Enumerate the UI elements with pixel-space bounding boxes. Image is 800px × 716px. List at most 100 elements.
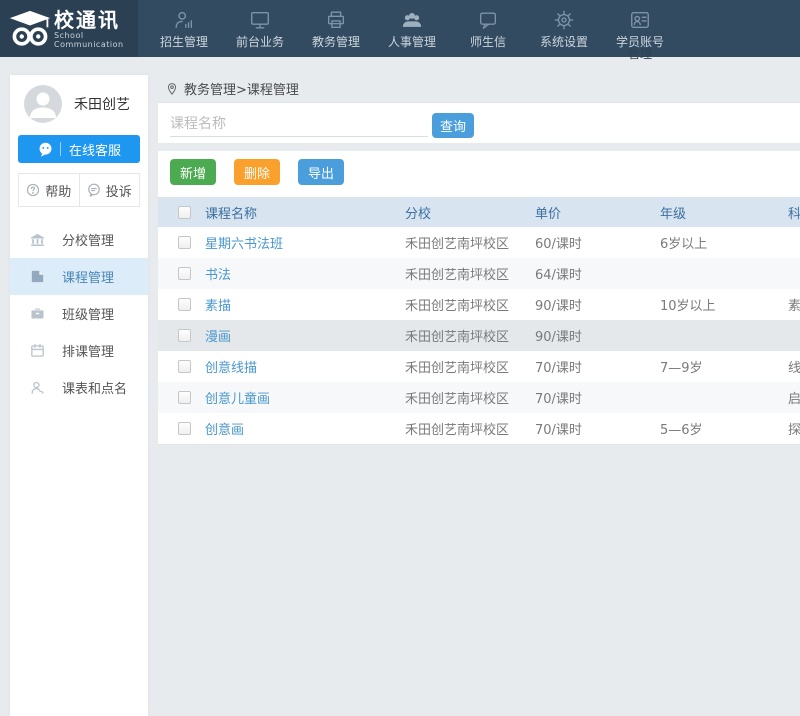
- owl-logo-icon: [8, 9, 52, 49]
- calendar-icon: [29, 342, 46, 359]
- price-cell: 64/课时: [535, 264, 660, 283]
- price-cell: 70/课时: [535, 388, 660, 407]
- course-name-link[interactable]: 素描: [205, 299, 231, 314]
- row-checkbox[interactable]: [178, 360, 191, 373]
- table-row[interactable]: 创意线描禾田创艺南坪校区70/课时7—9岁线: [158, 351, 800, 382]
- chat-icon: [450, 9, 526, 33]
- case-icon: [29, 305, 46, 322]
- price-cell: 70/课时: [535, 419, 660, 438]
- help-label: 帮助: [45, 181, 71, 200]
- course-name-link[interactable]: 创意儿童画: [205, 392, 270, 407]
- sidebar-item-label: 分校管理: [62, 230, 114, 249]
- sidebar-item-rollcall[interactable]: 课表和点名: [10, 369, 148, 406]
- delete-button[interactable]: 删除: [234, 159, 280, 185]
- app-logo[interactable]: 校通讯 School Communication: [0, 0, 138, 57]
- row-checkbox[interactable]: [178, 329, 191, 342]
- course-table: 课程名称 分校 单价 年级 科 星期六书法班禾田创艺南坪校区60/课时6岁以上书…: [158, 197, 800, 445]
- gear-icon: [526, 9, 602, 33]
- branch-cell: 禾田创艺南坪校区: [405, 388, 535, 407]
- wechat-icon: [37, 141, 54, 158]
- row-checkbox[interactable]: [178, 422, 191, 435]
- breadcrumb: 教务管理>课程管理: [158, 75, 800, 103]
- nav-item-label-overflow: 管理: [602, 46, 678, 62]
- nav-item-front-desk[interactable]: 前台业务: [222, 0, 298, 57]
- people-icon: [374, 9, 450, 33]
- app-subtitle: School Communication: [54, 31, 138, 49]
- nav-item-label: 教务管理: [298, 34, 374, 50]
- content-panel: 新增 删除 导出 课程名称 分校 单价 年级 科 星期六书法班禾田创艺南坪校区6…: [158, 151, 800, 445]
- sidebar-item-schedule[interactable]: 排课管理: [10, 332, 148, 369]
- complaint-button[interactable]: 投诉: [80, 174, 140, 206]
- column-header: 课程名称: [205, 203, 405, 222]
- branch-cell: 禾田创艺南坪校区: [405, 264, 535, 283]
- branch-cell: 禾田创艺南坪校区: [405, 326, 535, 345]
- table-row[interactable]: 书法 禾田创艺南坪校区64/课时: [158, 258, 800, 289]
- row-checkbox[interactable]: [178, 236, 191, 249]
- table-row[interactable]: 星期六书法班 禾田创艺南坪校区60/课时6岁以上: [158, 227, 800, 258]
- table-row[interactable]: 素描 禾田创艺南坪校区90/课时10岁以上素: [158, 289, 800, 320]
- row-checkbox[interactable]: [178, 298, 191, 311]
- add-button[interactable]: 新增: [170, 159, 216, 185]
- price-cell: 90/课时: [535, 326, 660, 345]
- divider: [60, 142, 61, 156]
- nav-item-hr[interactable]: 人事管理: [374, 0, 450, 57]
- course-name-link[interactable]: 创意画: [205, 423, 244, 438]
- price-cell: 60/课时: [535, 233, 660, 252]
- subject-cell: 素: [788, 295, 800, 314]
- online-service-label: 在线客服: [69, 140, 121, 159]
- course-name-search-input[interactable]: [170, 111, 428, 137]
- nav-item-label: 人事管理: [374, 34, 450, 50]
- id-card-icon: [602, 9, 678, 33]
- sidebar-item-class[interactable]: 班级管理: [10, 295, 148, 332]
- price-cell: 70/课时: [535, 357, 660, 376]
- select-all-checkbox[interactable]: [178, 206, 191, 219]
- location-pin-icon: [158, 82, 184, 96]
- sidebar-item-branch-school[interactable]: 分校管理: [10, 221, 148, 258]
- nav-item-teacher-message[interactable]: 师生信: [450, 0, 526, 57]
- avatar: [24, 85, 62, 123]
- nav-item-label: 系统设置: [526, 34, 602, 50]
- grade-cell: 5—6岁: [660, 419, 788, 438]
- topbar-nav: 招生管理前台业务教务管理人事管理师生信系统设置学员账号管理: [146, 0, 678, 57]
- sidebar: 禾田创艺 在线客服 帮助 投诉 分校管理课程管理班级管理排课管理课表和点名: [10, 75, 148, 716]
- table-row[interactable]: 创意儿童画 禾田创艺南坪校区70/课时 启: [158, 382, 800, 413]
- course-name-link[interactable]: 漫画: [205, 330, 231, 345]
- price-cell: 90/课时: [535, 295, 660, 314]
- search-panel: 查询: [158, 103, 800, 143]
- table-row[interactable]: 漫画 禾田创艺南坪校区90/课时: [158, 320, 800, 351]
- branch-cell: 禾田创艺南坪校区: [405, 357, 535, 376]
- course-name-link[interactable]: 创意线描: [205, 361, 257, 376]
- grade-cell: 10岁以上: [660, 295, 788, 314]
- export-button[interactable]: 导出: [298, 159, 344, 185]
- column-header: 年级: [660, 203, 788, 222]
- row-checkbox[interactable]: [178, 391, 191, 404]
- sidebar-item-label: 课表和点名: [62, 378, 127, 397]
- nav-item-academic[interactable]: 教务管理: [298, 0, 374, 57]
- nav-item-student-account[interactable]: 学员账号管理: [602, 0, 678, 57]
- monitor-icon: [222, 9, 298, 33]
- online-service-button[interactable]: 在线客服: [18, 135, 140, 163]
- grade-cell: 6岁以上: [660, 233, 788, 252]
- nav-item-settings[interactable]: 系统设置: [526, 0, 602, 57]
- help-button[interactable]: 帮助: [19, 174, 80, 206]
- column-header: 科: [788, 203, 800, 222]
- column-header: 分校: [405, 203, 535, 222]
- help-complaint-row: 帮助 投诉: [18, 173, 140, 207]
- subject-cell: 探: [788, 419, 800, 438]
- branch-cell: 禾田创艺南坪校区: [405, 233, 535, 252]
- table-row[interactable]: 创意画禾田创艺南坪校区70/课时5—6岁探: [158, 413, 800, 444]
- topbar: 校通讯 School Communication 招生管理前台业务教务管理人事管…: [0, 0, 800, 57]
- course-name-link[interactable]: 星期六书法班: [205, 237, 283, 252]
- row-checkbox[interactable]: [178, 267, 191, 280]
- sidebar-item-course[interactable]: 课程管理: [10, 258, 148, 295]
- user-profile[interactable]: 禾田创艺: [10, 75, 148, 129]
- column-header: 单价: [535, 203, 660, 222]
- search-button[interactable]: 查询: [432, 113, 474, 138]
- question-circle-icon: [26, 183, 45, 197]
- course-name-link[interactable]: 书法: [205, 268, 231, 283]
- toolbar: 新增 删除 导出: [158, 151, 800, 197]
- subject-cell: 启: [788, 388, 800, 407]
- book-icon: [29, 268, 46, 285]
- nav-item-admissions[interactable]: 招生管理: [146, 0, 222, 57]
- branch-cell: 禾田创艺南坪校区: [405, 295, 535, 314]
